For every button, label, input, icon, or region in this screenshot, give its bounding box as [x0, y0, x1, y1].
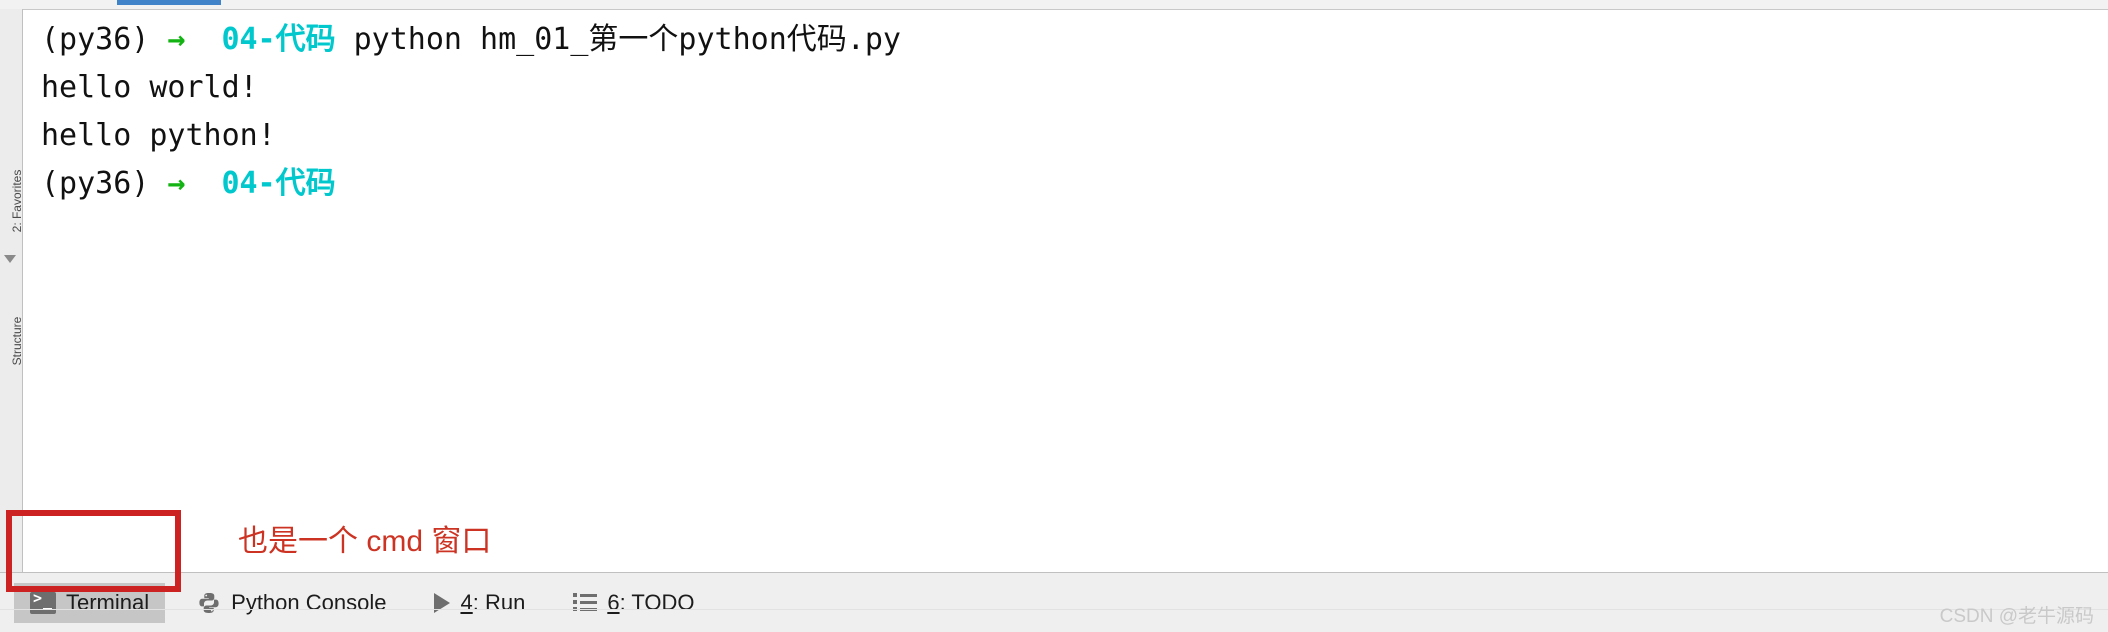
prompt-arrow-icon: →: [167, 22, 186, 57]
tool-tab-label: Python Console: [231, 589, 387, 615]
left-tool-rail: 2: Favorites Structure: [0, 9, 24, 573]
tool-tab-todo[interactable]: 6: TODO: [557, 583, 710, 623]
tool-tab-label: Terminal: [66, 589, 150, 615]
terminal-line-output-2: hello python!: [41, 112, 2108, 160]
watermark: CSDN @老牛源码: [1939, 606, 2094, 627]
tool-window-bar: Terminal Python Console 4: Run: [0, 572, 2108, 632]
prompt-directory: 04-代码: [221, 22, 336, 57]
prompt-env: (py36): [41, 22, 150, 57]
tool-tab-terminal[interactable]: Terminal: [14, 582, 166, 623]
prompt-env: (py36): [41, 166, 150, 201]
watermark-rule: [0, 609, 2108, 610]
annotation-text: 也是一个 cmd 窗口: [238, 525, 492, 558]
sidebar-item-structure[interactable]: Structure: [10, 296, 24, 386]
output-text: hello world!: [41, 70, 258, 105]
prompt-command: python hm_01_第一个python代码.py: [353, 22, 901, 57]
tool-tab-python-console[interactable]: Python Console: [181, 583, 402, 623]
python-icon: [197, 591, 221, 615]
active-tab-indicator: [117, 0, 221, 5]
terminal-line-output-1: hello world!: [41, 64, 2108, 112]
pycharm-terminal-window: 2: Favorites Structure (py36) → 04-代码 pytho…: [0, 0, 2108, 632]
top-strip: [0, 0, 2108, 10]
terminal-icon: [30, 589, 56, 614]
tool-tab-label: 6: TODO: [607, 589, 695, 615]
tool-tab-label: 4: Run: [460, 589, 526, 615]
terminal-output[interactable]: (py36) → 04-代码 python hm_01_第一个python代码.py …: [23, 10, 2108, 573]
prompt-directory: 04-代码: [221, 166, 336, 201]
sidebar-item-favorites[interactable]: 2: Favorites: [10, 156, 24, 246]
collapse-arrow-icon[interactable]: [4, 255, 16, 263]
tool-tab-run[interactable]: 4: Run: [418, 583, 541, 623]
terminal-line-prompt-1: (py36) → 04-代码 python hm_01_第一个python代码.py: [41, 16, 2108, 64]
output-text: hello python!: [41, 118, 276, 153]
terminal-line-prompt-2: (py36) → 04-代码: [41, 160, 2108, 208]
tool-window-bar-items: Terminal Python Console 4: Run: [14, 573, 711, 632]
prompt-arrow-icon: →: [167, 166, 186, 201]
